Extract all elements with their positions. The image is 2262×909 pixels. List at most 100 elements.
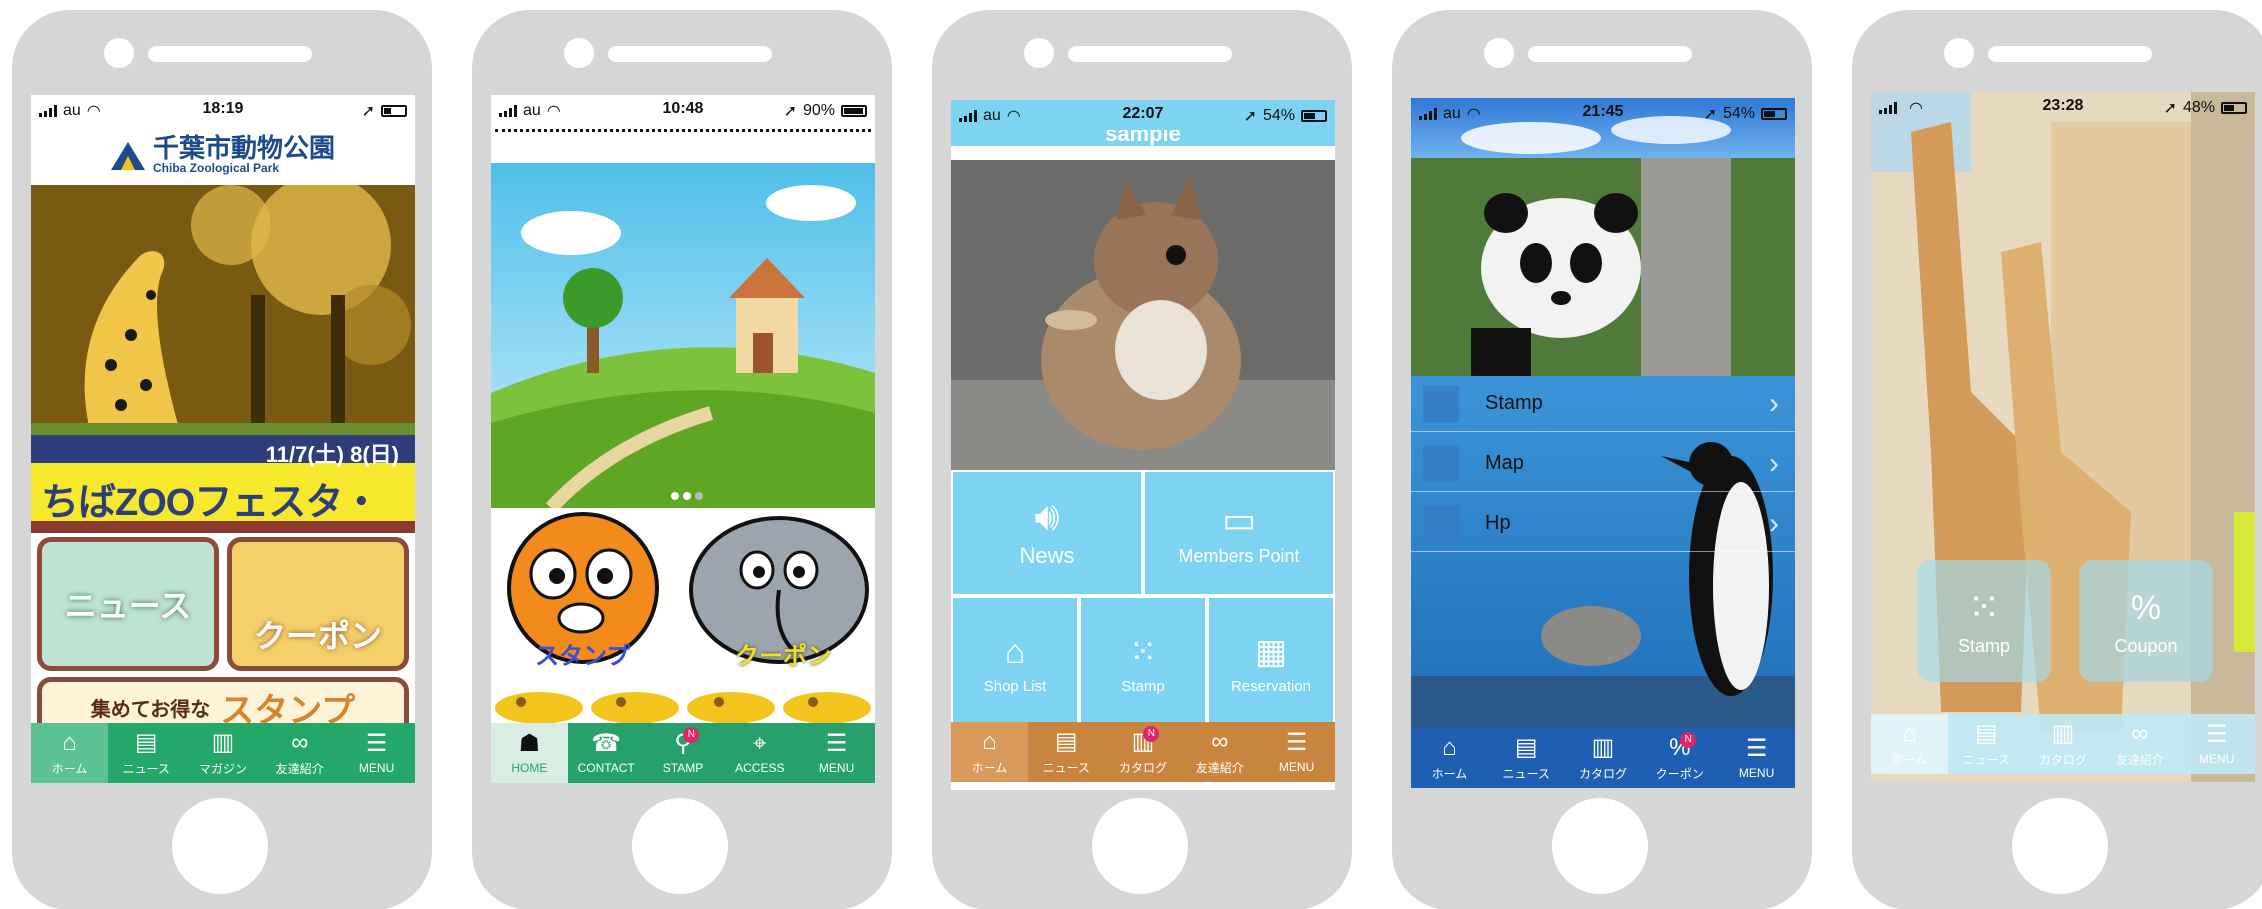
tab-bar: ⌂ ホーム ▤ ニュース ▥ N カタログ ∞ 友達紹介 ☰ MENU (951, 722, 1335, 782)
tab-home[interactable]: ☗ HOME (491, 723, 568, 783)
members-point-tile[interactable]: ▭ Members Point (1145, 472, 1333, 594)
slider-banner[interactable] (491, 163, 875, 508)
list-item-stamp[interactable]: Stamp › (1411, 376, 1795, 432)
phone-3: au ◠ 22:07 ➚ 54% sample 🔊︎ News ▭ Member… (932, 10, 1352, 909)
app-header: 千葉市動物公園 Chiba Zoological Park (31, 125, 415, 185)
phone-4: au ◠ 21:45 ➚ 54% Stamp › Map › Hp › ⌂ ホー… (1392, 10, 1812, 909)
phone-icon: ☎ (591, 730, 622, 757)
penguin-section: Stamp › Map › Hp › (1411, 376, 1795, 728)
shop-list-tile[interactable]: ⌂ Shop List (953, 598, 1077, 728)
tab-home[interactable]: ⌂ ホーム (1871, 714, 1948, 774)
news-tile[interactable]: 🔊︎ News (953, 472, 1141, 594)
stamp-label: Stamp (1121, 677, 1165, 695)
home-icon: ⌂ (1442, 733, 1457, 761)
reservation-tile[interactable]: ▦ Reservation (1209, 598, 1333, 728)
tab-menu[interactable]: ☰ MENU (338, 723, 415, 783)
camera (1024, 38, 1054, 68)
calendar-icon: ▦ (1254, 632, 1288, 671)
battery-percent: 48% (2182, 99, 2215, 116)
catalog-icon: ▥ (2051, 719, 2075, 747)
tab-menu[interactable]: ☰ MENU (1718, 728, 1795, 788)
tab-friend[interactable]: ∞ 友達紹介 (1181, 722, 1258, 782)
tab-friend[interactable]: ∞ 友達紹介 (261, 723, 338, 783)
tab-home[interactable]: ⌂ ホーム (951, 722, 1028, 782)
tab-magazine[interactable]: ▥ マガジン (185, 723, 262, 783)
app-title: 千葉市動物公園 (152, 133, 335, 163)
tab-stamp[interactable]: ⚲ N STAMP (645, 723, 722, 783)
tab-bar: ⌂ ホーム ▤ ニュース ▥ マガジン ∞ 友達紹介 ☰ MENU (31, 723, 415, 783)
home-button[interactable] (1552, 798, 1648, 894)
tab-label: 友達紹介 (275, 761, 324, 776)
home-button[interactable] (1092, 798, 1188, 894)
location-icon: ➚ (783, 103, 797, 120)
battery-icon (1301, 110, 1327, 122)
news-icon: ▤ (1514, 733, 1538, 761)
battery-percent: 54% (1262, 107, 1295, 124)
speaker (1988, 46, 2152, 62)
phone-1: au ◠ 18:19 ➚ 千葉市動物公園 Chiba Zoological Par… (12, 10, 432, 909)
person-icon: ☗ (518, 730, 541, 757)
stamp-button[interactable]: ⁙ Stamp (1917, 560, 2051, 682)
tab-catalog[interactable]: ▥ カタログ (1565, 728, 1642, 788)
news-tile[interactable]: ニュース (37, 537, 219, 671)
status-bar: ◠ 23:28 ➚ 48% (1871, 92, 2255, 122)
menu-icon: ☰ (1285, 729, 1308, 756)
screen: ◠ 23:28 ➚ 48% ⁙ Stamp % Coupon ⌂ ホーム ▤ ニュース… (1871, 92, 2255, 782)
phone-5: ◠ 23:28 ➚ 48% ⁙ Stamp % Coupon ⌂ ホーム ▤ ニュース… (1852, 10, 2262, 909)
tab-label: ホーム (971, 760, 1008, 775)
list-label: Stamp (1485, 392, 1543, 414)
tab-label: HOME (511, 761, 548, 775)
home-icon: ⌂ (982, 727, 997, 755)
speaker-icon: 🔊︎ (1034, 495, 1060, 539)
tab-label: ニュース (1042, 760, 1090, 775)
event-title: ちばZOOフェスタ・2020 (41, 482, 380, 533)
stamp-button-label: Stamp (1957, 635, 2011, 656)
home-button[interactable] (632, 798, 728, 894)
app-showcase: au ◠ 18:19 ➚ 千葉市動物公園 Chiba Zoological Par… (0, 0, 2262, 909)
tab-news[interactable]: ▤ ニュース (1948, 714, 2025, 774)
panda-image (1411, 158, 1795, 376)
tab-label: MENU (818, 761, 855, 775)
location-icon: ➚ (2163, 100, 2177, 117)
speaker (1068, 46, 1232, 62)
home-button[interactable] (2012, 798, 2108, 894)
tab-coupon[interactable]: % N クーポン (1641, 728, 1718, 788)
new-badge: N (1143, 726, 1160, 742)
tab-home[interactable]: ⌂ ホーム (31, 723, 108, 783)
tab-label: MENU (358, 761, 395, 775)
tab-access[interactable]: ⌖ ACCESS (721, 723, 798, 783)
screen: au ◠ 18:19 ➚ 千葉市動物公園 Chiba Zoological Par… (31, 95, 415, 783)
tab-menu[interactable]: ☰ MENU (798, 723, 875, 783)
coupon-tile[interactable]: クーポン (227, 537, 409, 671)
pin-icon: ⌖ (753, 730, 767, 757)
coupon-tile-label: クーポン (253, 618, 382, 654)
tab-catalog[interactable]: ▥ N カタログ (1105, 722, 1182, 782)
chevron-right-icon: › (1769, 506, 1779, 540)
tab-news[interactable]: ▤ ニュース (108, 723, 185, 783)
tab-home[interactable]: ⌂ ホーム (1411, 728, 1488, 788)
list-item-map[interactable]: Map › (1411, 436, 1795, 492)
tab-menu[interactable]: ☰ MENU (1258, 722, 1335, 782)
house-icon: ⌂ (1004, 632, 1026, 671)
location-icon: ➚ (1703, 106, 1717, 123)
clock: 18:19 (202, 100, 244, 117)
tab-contact[interactable]: ☎ CONTACT (568, 723, 645, 783)
news-icon: ▤ (1974, 719, 1998, 747)
tab-bar: ☗ HOME ☎ CONTACT ⚲ N STAMP ⌖ ACCESS ☰ MENU (491, 723, 875, 783)
tab-menu[interactable]: ☰ MENU (2178, 714, 2255, 774)
event-banner[interactable]: 11/7(土) 8(日) ちばZOOフェスタ・2020 (31, 185, 415, 533)
tab-friend[interactable]: ∞ 友達紹介 (2101, 714, 2178, 774)
coupon-button[interactable]: % Coupon (2079, 560, 2213, 682)
tab-label: ホーム (1891, 752, 1928, 767)
catalog-icon: ▥ (1591, 733, 1615, 761)
elephant-coupon-tile[interactable]: クーポン (683, 510, 875, 670)
tiger-stamp-tile[interactable]: スタンプ (491, 510, 681, 670)
tab-news[interactable]: ▤ ニュース (1488, 728, 1565, 788)
tab-news[interactable]: ▤ ニュース (1028, 722, 1105, 782)
home-icon: ⌂ (1902, 719, 1917, 747)
tab-catalog[interactable]: ▥ カタログ (2025, 714, 2102, 774)
list-item-hp[interactable]: Hp › (1411, 496, 1795, 552)
home-button[interactable] (172, 798, 268, 894)
tab-label: ACCESS (735, 761, 785, 775)
stamp-tile[interactable]: ⁙ Stamp (1081, 598, 1205, 728)
